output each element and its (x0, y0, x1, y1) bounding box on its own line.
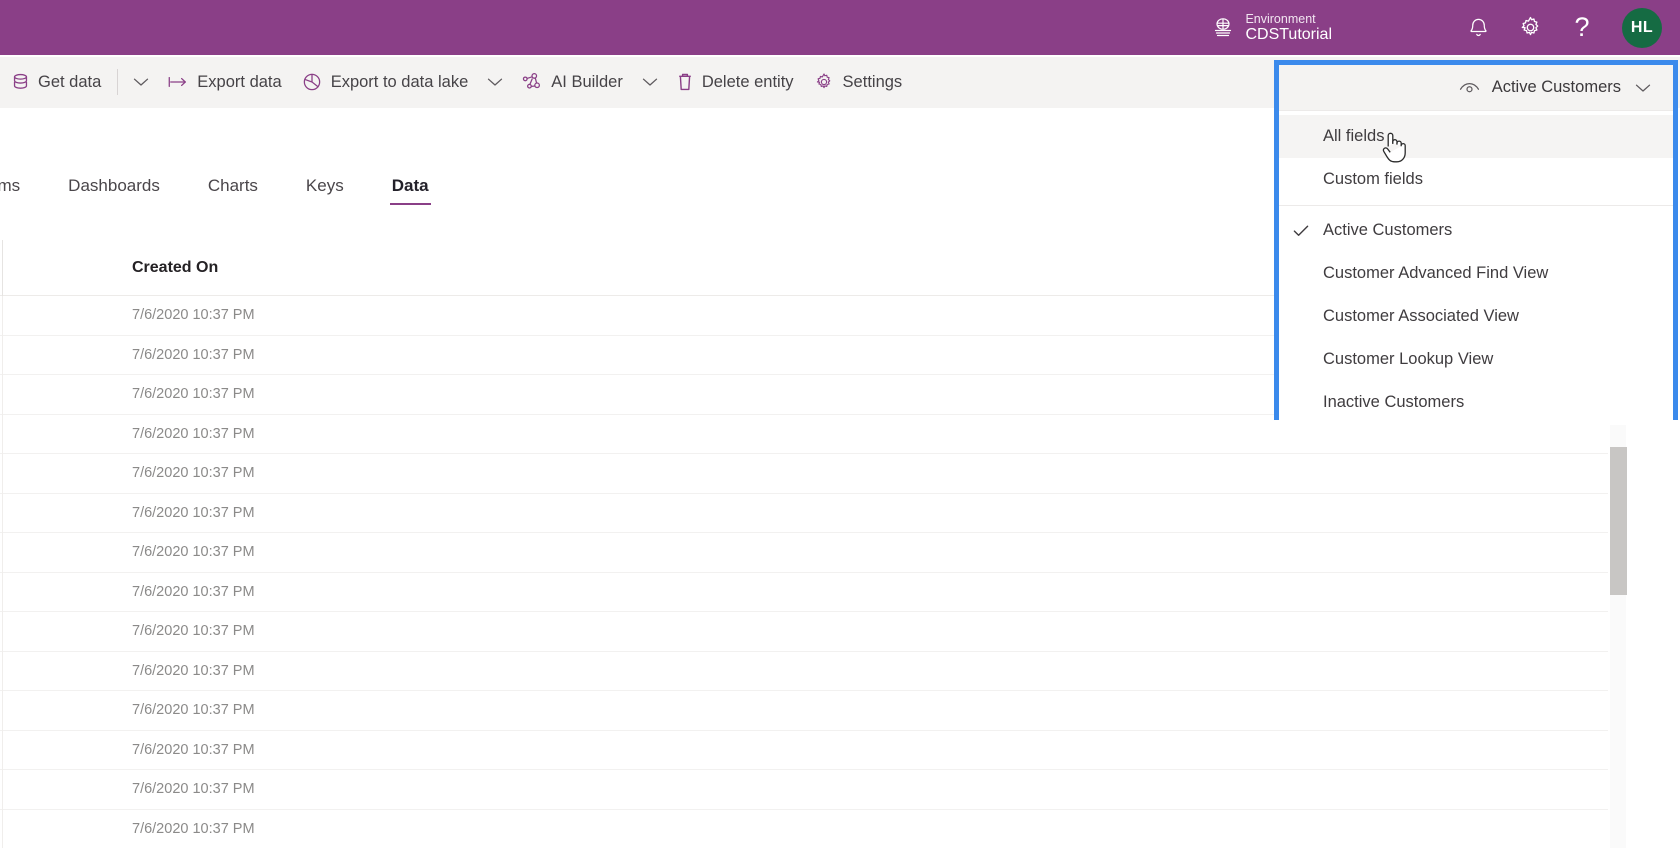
menu-item-custom-fields[interactable]: Custom fields (1279, 158, 1673, 201)
export-to-data-lake-chevron-down-icon[interactable] (478, 62, 512, 102)
tab-data-label: Data (391, 176, 429, 195)
menu-item-label: Customer Advanced Find View (1323, 264, 1549, 282)
menu-item-label: Customer Associated View (1323, 307, 1519, 325)
question-mark-icon[interactable]: ? (1556, 0, 1608, 55)
menu-item-customer-associated-view[interactable]: Customer Associated View (1279, 295, 1673, 338)
app-root: Environment CDSTutorial ? HL Get data Ex… (0, 0, 1680, 848)
avatar[interactable]: HL (1622, 7, 1662, 48)
cell-created-on: 7/6/2020 10:37 PM (132, 702, 255, 719)
menu-item-customer-advanced-find-view[interactable]: Customer Advanced Find View (1279, 252, 1673, 295)
tab-forms-label: Forms (0, 176, 21, 195)
table-row[interactable]: 7/6/2020 10:37 PM (0, 611, 1608, 652)
cell-created-on: 7/6/2020 10:37 PM (132, 425, 255, 442)
chevron-down-icon (1635, 83, 1651, 93)
get-data-chevron-down-icon[interactable] (124, 62, 158, 102)
checkmark-icon (1293, 224, 1309, 237)
entity-tab-strip: Forms Dashboards Charts Keys Data (0, 160, 1270, 212)
cell-created-on: 7/6/2020 10:37 PM (132, 504, 255, 521)
cell-created-on: 7/6/2020 10:37 PM (132, 623, 255, 640)
cell-created-on: 7/6/2020 10:37 PM (132, 544, 255, 561)
bell-icon[interactable] (1452, 0, 1504, 55)
table-row[interactable]: 7/6/2020 10:37 PM (0, 453, 1608, 494)
delete-entity-button[interactable]: Delete entity (667, 62, 804, 102)
tab-data[interactable]: Data (389, 165, 431, 207)
menu-divider (1279, 205, 1673, 206)
menu-item-customer-lookup-view[interactable]: Customer Lookup View (1279, 338, 1673, 381)
table-row[interactable]: 7/6/2020 10:37 PM (0, 651, 1608, 691)
tab-dashboards[interactable]: Dashboards (66, 165, 162, 207)
get-data-label: Get data (38, 72, 102, 91)
ai-builder-button[interactable]: AI Builder (512, 62, 633, 102)
export-arrow-icon (168, 75, 188, 89)
menu-item-label: All fields (1323, 127, 1385, 145)
vertical-scrollbar[interactable] (1609, 425, 1627, 848)
menu-item-label: Custom fields (1323, 170, 1423, 188)
cell-created-on: 7/6/2020 10:37 PM (132, 741, 255, 758)
export-data-button[interactable]: Export data (158, 62, 291, 102)
tab-forms[interactable]: Forms (0, 165, 22, 207)
tab-charts[interactable]: Charts (206, 165, 260, 207)
menu-item-label: Active Customers (1323, 221, 1453, 239)
environment-globe-icon (1211, 16, 1235, 40)
database-icon (12, 73, 29, 92)
table-row[interactable]: 7/6/2020 10:37 PM (0, 730, 1608, 770)
ai-builder-label: AI Builder (551, 72, 623, 91)
menu-item-inactive-customers[interactable]: Inactive Customers (1279, 381, 1673, 424)
environment-selector[interactable]: Environment CDSTutorial (1211, 12, 1332, 44)
ai-builder-icon (522, 72, 542, 92)
table-row[interactable]: 7/6/2020 10:37 PM (0, 809, 1608, 848)
view-selector-panel: Active Customers All fields Custom fields… (1274, 60, 1678, 424)
table-row[interactable]: 7/6/2020 10:37 PM (0, 493, 1608, 533)
view-selector-menu: All fields Custom fields Active Customers C… (1279, 111, 1673, 424)
cell-created-on: 7/6/2020 10:37 PM (132, 346, 255, 363)
menu-item-label: Inactive Customers (1323, 393, 1465, 411)
cell-created-on: 7/6/2020 10:37 PM (132, 820, 255, 837)
gear-icon (814, 72, 834, 92)
environment-name: CDSTutorial (1245, 25, 1332, 43)
cell-created-on: 7/6/2020 10:37 PM (132, 386, 255, 403)
menu-item-all-fields[interactable]: All fields (1279, 115, 1673, 158)
export-to-data-lake-button[interactable]: Export to data lake (292, 62, 479, 102)
help-glyph: ? (1574, 12, 1590, 42)
environment-text: Environment CDSTutorial (1245, 12, 1332, 44)
table-row[interactable]: 7/6/2020 10:37 PM (0, 769, 1608, 810)
vertical-scrollbar-thumb[interactable] (1610, 447, 1627, 595)
trash-icon (677, 72, 693, 92)
cell-created-on: 7/6/2020 10:37 PM (132, 583, 255, 600)
data-lake-icon (302, 72, 322, 92)
delete-entity-label: Delete entity (701, 72, 794, 91)
gear-icon[interactable] (1504, 0, 1556, 55)
get-data-button[interactable]: Get data (2, 62, 111, 102)
tab-charts-label: Charts (207, 176, 258, 195)
menu-item-label: Customer Lookup View (1323, 350, 1494, 368)
tab-keys[interactable]: Keys (304, 165, 346, 207)
table-row[interactable]: 7/6/2020 10:37 PM (0, 690, 1608, 731)
settings-button[interactable]: Settings (804, 62, 913, 102)
grid-header-created-on[interactable]: Created On (3, 259, 218, 277)
export-data-label: Export data (197, 72, 282, 91)
ai-builder-chevron-down-icon[interactable] (633, 62, 667, 102)
view-selector-button[interactable]: Active Customers (1279, 65, 1673, 111)
toolbar-divider (117, 69, 119, 95)
settings-label: Settings (842, 72, 903, 91)
tab-dashboards-label: Dashboards (68, 176, 160, 195)
cell-created-on: 7/6/2020 10:37 PM (132, 662, 255, 679)
cell-created-on: 7/6/2020 10:37 PM (132, 465, 255, 482)
app-header-right-group: Environment CDSTutorial ? HL (1211, 0, 1680, 55)
view-selector-selected-label: Active Customers (1491, 78, 1621, 96)
export-to-data-lake-label: Export to data lake (330, 72, 469, 91)
cell-created-on: 7/6/2020 10:37 PM (132, 781, 255, 798)
table-row[interactable]: 7/6/2020 10:37 PM (0, 532, 1608, 573)
tab-keys-label: Keys (305, 176, 344, 195)
eye-view-icon (1459, 81, 1480, 95)
table-row[interactable]: 7/6/2020 10:37 PM (0, 572, 1608, 612)
cell-created-on: 7/6/2020 10:37 PM (132, 307, 255, 324)
menu-item-active-customers[interactable]: Active Customers (1279, 209, 1673, 252)
environment-label: Environment (1245, 11, 1316, 26)
app-header-bar: Environment CDSTutorial ? HL (0, 0, 1680, 55)
